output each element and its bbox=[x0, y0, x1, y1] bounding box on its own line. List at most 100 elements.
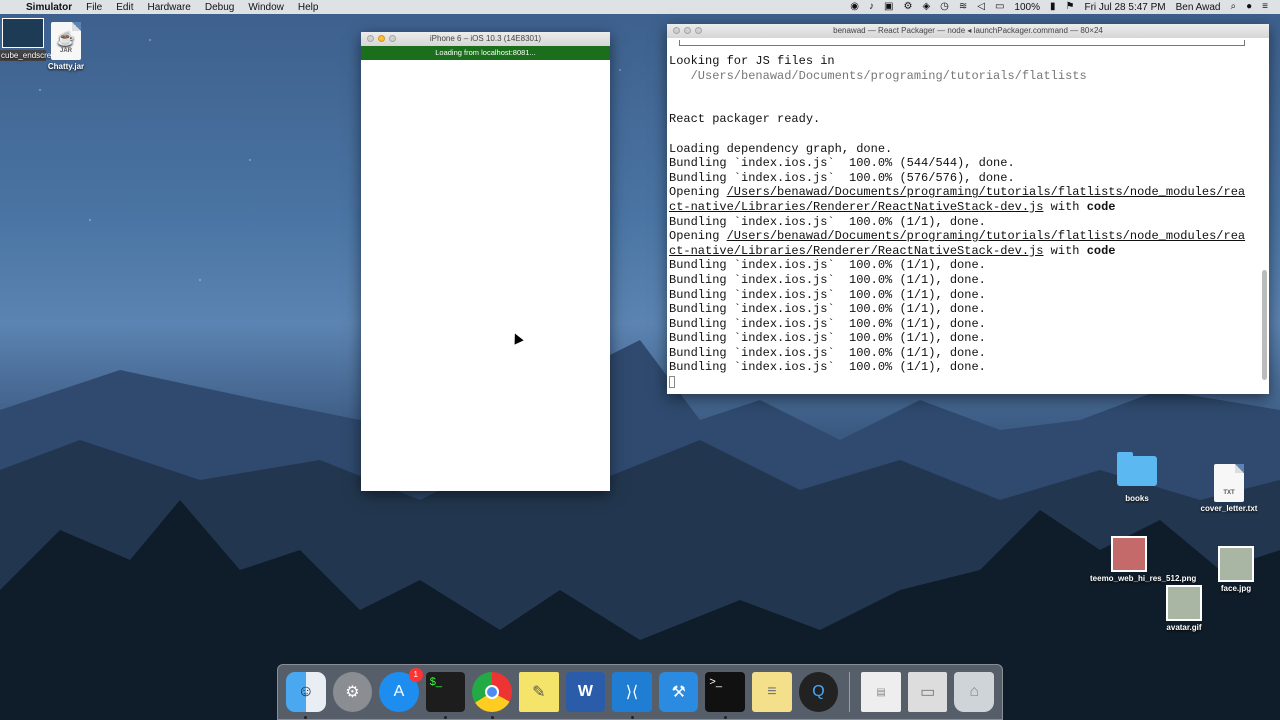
terminal-text: with bbox=[1043, 199, 1087, 214]
bell-icon[interactable]: ♪ bbox=[869, 2, 874, 12]
desktop-icon-face[interactable]: face.jpg bbox=[1212, 546, 1260, 593]
menu-edit[interactable]: Edit bbox=[116, 2, 133, 13]
zoom-window-icon[interactable] bbox=[389, 35, 396, 42]
terminal-output: Looking for JS files in /Users/benawad/D… bbox=[669, 54, 1245, 390]
siri-icon[interactable]: ● bbox=[1246, 2, 1252, 12]
volume-icon[interactable]: ◁ bbox=[977, 2, 985, 12]
dock-chrome[interactable] bbox=[472, 672, 513, 719]
zoom-window-icon[interactable] bbox=[695, 27, 702, 34]
desktop-icon-cover-letter[interactable]: TXT cover_letter.txt bbox=[1196, 464, 1262, 513]
dock-finder[interactable]: ☺ bbox=[286, 672, 326, 719]
wifi-icon[interactable]: ≋ bbox=[959, 2, 967, 12]
close-window-icon[interactable] bbox=[367, 35, 374, 42]
dock-terminal[interactable]: $_ bbox=[425, 672, 466, 719]
hammer-icon: ⚒ bbox=[671, 684, 686, 701]
desktop-icon-movie[interactable]: cube_endscreen.mov bbox=[0, 18, 78, 61]
terminal-titlebar[interactable]: benawad — React Packager — node ◂ launch… bbox=[667, 24, 1269, 38]
simulator-titlebar[interactable]: iPhone 6 – iOS 10.3 (14E8301) bbox=[361, 32, 610, 46]
dock-word[interactable]: W bbox=[565, 672, 606, 712]
desktop-icon-label: books bbox=[1125, 494, 1149, 503]
terminal-line: Bundling `index.ios.js` 100.0% (576/576)… bbox=[669, 170, 1015, 185]
minimize-window-icon[interactable] bbox=[378, 35, 385, 42]
gear-icon: ⚙ bbox=[345, 684, 360, 701]
dock-notes[interactable]: ≡ bbox=[752, 672, 792, 712]
dock-app-store[interactable]: A1 bbox=[379, 668, 423, 712]
terminal-text: with bbox=[1043, 243, 1087, 258]
notification-badge: 1 bbox=[408, 668, 423, 682]
close-window-icon[interactable] bbox=[673, 27, 680, 34]
terminal-file-link[interactable]: ct-native/Libraries/Renderer/ReactNative… bbox=[669, 244, 1043, 258]
desktop-icon-teemo[interactable]: teemo_web_hi_res_512.png bbox=[1090, 536, 1196, 583]
desktop-icon-label: avatar.gif bbox=[1166, 623, 1202, 632]
app-store-icon: A bbox=[393, 683, 405, 700]
dock-xcode[interactable]: ⚒ bbox=[658, 672, 699, 712]
menu-window[interactable]: Window bbox=[248, 2, 284, 13]
dock-trash[interactable]: ⌂ bbox=[954, 672, 995, 712]
terminal-line: Bundling `index.ios.js` 100.0% (1/1), do… bbox=[669, 302, 986, 317]
terminal-line: Bundling `index.ios.js` 100.0% (1/1), do… bbox=[669, 272, 986, 287]
menu-help[interactable]: Help bbox=[298, 2, 319, 13]
desktop-icon-avatar[interactable]: avatar.gif bbox=[1160, 585, 1208, 632]
dock-system-preferences[interactable]: ⚙ bbox=[332, 672, 373, 712]
box-icon[interactable]: ▣ bbox=[884, 2, 893, 12]
folder-icon bbox=[1117, 452, 1157, 486]
simulator-screen[interactable] bbox=[361, 60, 610, 491]
battery-icon[interactable]: ▮ bbox=[1050, 2, 1056, 12]
terminal-file-link[interactable]: /Users/benawad/Documents/programing/tuto… bbox=[727, 229, 1245, 243]
minimize-window-icon[interactable] bbox=[684, 27, 691, 34]
clock-icon[interactable]: ◷ bbox=[940, 2, 949, 12]
terminal-line: Bundling `index.ios.js` 100.0% (1/1), do… bbox=[669, 331, 986, 346]
dock-document[interactable]: ▤ bbox=[861, 672, 901, 712]
simulator-window[interactable]: iPhone 6 – iOS 10.3 (14E8301) Loading fr… bbox=[361, 32, 610, 491]
sticky-note-icon: ✎ bbox=[532, 684, 546, 701]
desktop-icon-books[interactable]: books bbox=[1110, 452, 1164, 503]
quicktime-icon: Q bbox=[812, 683, 825, 700]
running-indicator bbox=[304, 716, 308, 719]
terminal-file-link[interactable]: ct-native/Libraries/Renderer/ReactNative… bbox=[669, 200, 1043, 214]
flag-icon[interactable]: ⚑ bbox=[1066, 2, 1075, 12]
file-type-tag: TXT bbox=[1223, 490, 1235, 496]
menu-file[interactable]: File bbox=[86, 2, 102, 13]
vscode-icon: ⟩⟨ bbox=[625, 684, 639, 701]
terminal-line: React packager ready. bbox=[669, 112, 821, 127]
record-icon[interactable]: ◉ bbox=[850, 2, 859, 12]
dock-separator bbox=[849, 672, 851, 712]
terminal-text: code bbox=[1086, 199, 1116, 214]
loading-status-bar: Loading from localhost:8081... bbox=[361, 46, 610, 60]
desktop-icon-chatty-jar[interactable]: ☕ JAR Chatty.jar bbox=[44, 22, 88, 71]
dock-terminal-2[interactable]: >_ bbox=[705, 672, 746, 719]
desktop-icon-label: Chatty.jar bbox=[47, 62, 85, 71]
running-indicator bbox=[723, 716, 727, 719]
menu-debug[interactable]: Debug bbox=[205, 2, 234, 13]
spotlight-search-icon[interactable]: ⌕ bbox=[1231, 2, 1237, 12]
menu-hardware[interactable]: Hardware bbox=[147, 2, 190, 13]
terminal-file-link[interactable]: /Users/benawad/Documents/programing/tuto… bbox=[727, 185, 1245, 199]
terminal-text: Opening bbox=[669, 185, 727, 200]
teemo-image-thumbnail bbox=[1111, 536, 1147, 572]
notification-center-icon[interactable]: ≡ bbox=[1262, 2, 1268, 12]
terminal-text: Opening bbox=[669, 229, 727, 244]
display-icon[interactable]: ▭ bbox=[995, 2, 1004, 12]
terminal-output-area[interactable]: Looking for JS files in /Users/benawad/D… bbox=[667, 38, 1269, 394]
menu-user[interactable]: Ben Awad bbox=[1176, 2, 1221, 13]
terminal-line: Bundling `index.ios.js` 100.0% (1/1), do… bbox=[669, 345, 986, 360]
gear-icon[interactable]: ⚙ bbox=[903, 2, 912, 12]
menu-datetime[interactable]: Fri Jul 28 5:47 PM bbox=[1084, 2, 1165, 13]
word-icon: W bbox=[577, 683, 593, 700]
dock-stickies[interactable]: ✎ bbox=[519, 672, 559, 712]
stack-icon: ▭ bbox=[920, 684, 936, 701]
terminal-line: Loading dependency graph, done. bbox=[669, 141, 893, 156]
dock-vscode[interactable]: ⟩⟨ bbox=[612, 672, 652, 719]
dock-quicktime[interactable]: Q bbox=[798, 672, 839, 712]
terminal-prompt-icon: $_ bbox=[429, 676, 443, 688]
dock-preview-stack[interactable]: ▭ bbox=[907, 672, 948, 712]
terminal-prompt-icon: >_ bbox=[709, 676, 722, 688]
menu-app-simulator[interactable]: Simulator bbox=[26, 2, 72, 13]
avatar-photo-thumbnail bbox=[1166, 585, 1202, 621]
face-photo-thumbnail bbox=[1218, 546, 1254, 582]
desktop-icon-label: cover_letter.txt bbox=[1200, 504, 1258, 513]
terminal-window[interactable]: benawad — React Packager — node ◂ launch… bbox=[667, 24, 1269, 394]
terminal-scrollbar[interactable] bbox=[1262, 270, 1267, 380]
dropbox-icon[interactable]: ◈ bbox=[922, 2, 930, 12]
battery-percent[interactable]: 100% bbox=[1014, 2, 1040, 13]
